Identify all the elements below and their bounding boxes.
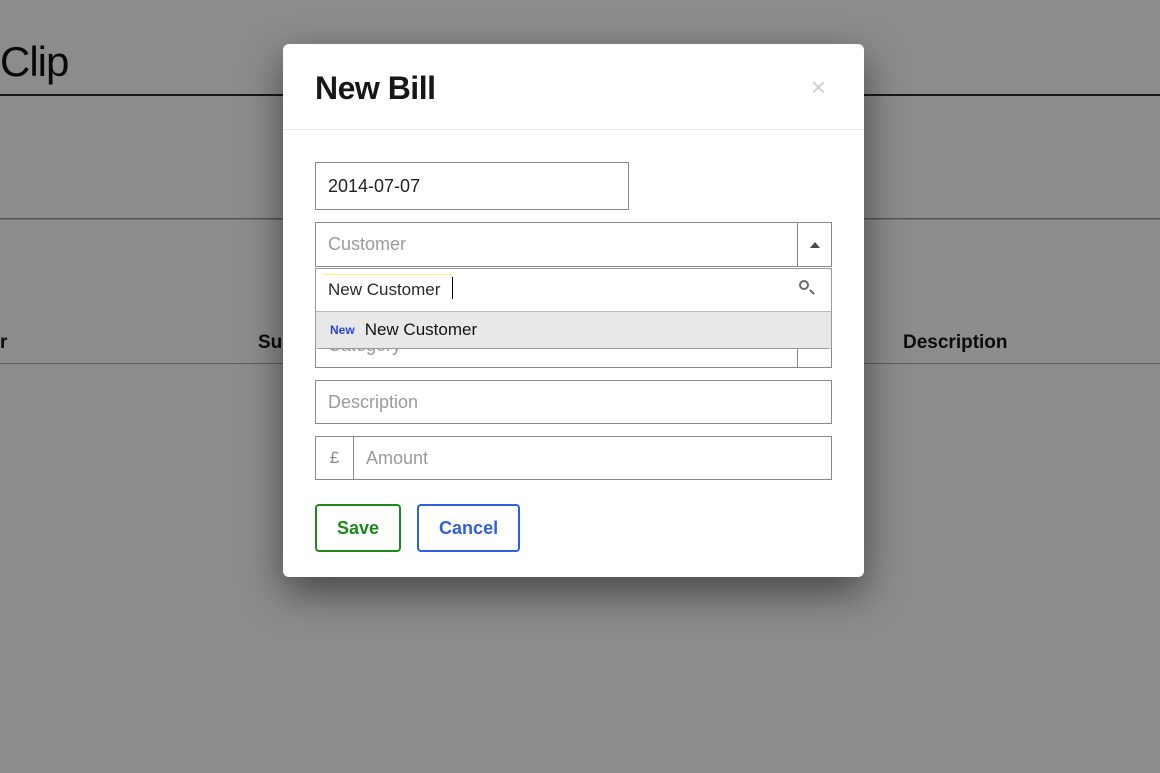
currency-symbol: £ [315, 436, 353, 480]
save-button-label: Save [337, 518, 379, 539]
cancel-button-label: Cancel [439, 518, 498, 539]
customer-dropdown: New New Customer [315, 268, 832, 349]
modal-body: 2014-07-07 Customer [283, 130, 864, 584]
close-icon: × [811, 72, 826, 102]
dropdown-option-new-customer[interactable]: New New Customer [316, 312, 831, 348]
customer-combo[interactable]: Customer [315, 222, 832, 267]
close-button[interactable]: × [805, 70, 832, 104]
modal-title: New Bill [315, 70, 435, 107]
caret-up-icon [810, 242, 820, 248]
dropdown-search-input[interactable] [324, 275, 823, 305]
date-value: 2014-07-07 [328, 176, 420, 197]
new-bill-modal: New Bill × 2014-07-07 Customer [283, 44, 864, 577]
description-placeholder: Description [328, 392, 418, 413]
dropdown-option-label: New Customer [365, 320, 477, 340]
page-background: Clip r Supplier Description New Bill × 2… [0, 0, 1160, 773]
text-cursor [452, 277, 453, 299]
save-button[interactable]: Save [315, 504, 401, 552]
dropdown-list: New New Customer [316, 312, 831, 348]
amount-placeholder: Amount [366, 448, 428, 469]
date-field[interactable]: 2014-07-07 [315, 162, 629, 210]
customer-combo-wrap: Customer [315, 222, 832, 267]
button-row: Save Cancel [315, 504, 832, 552]
dropdown-search-row [316, 269, 831, 312]
cancel-button[interactable]: Cancel [417, 504, 520, 552]
description-field[interactable]: Description [315, 380, 832, 424]
amount-field[interactable]: Amount [353, 436, 832, 480]
customer-combo-toggle[interactable] [797, 223, 831, 266]
modal-header: New Bill × [283, 44, 864, 130]
new-badge: New [330, 323, 355, 337]
amount-row: £ Amount [315, 436, 832, 480]
search-icon [799, 280, 813, 294]
customer-placeholder: Customer [316, 223, 797, 266]
